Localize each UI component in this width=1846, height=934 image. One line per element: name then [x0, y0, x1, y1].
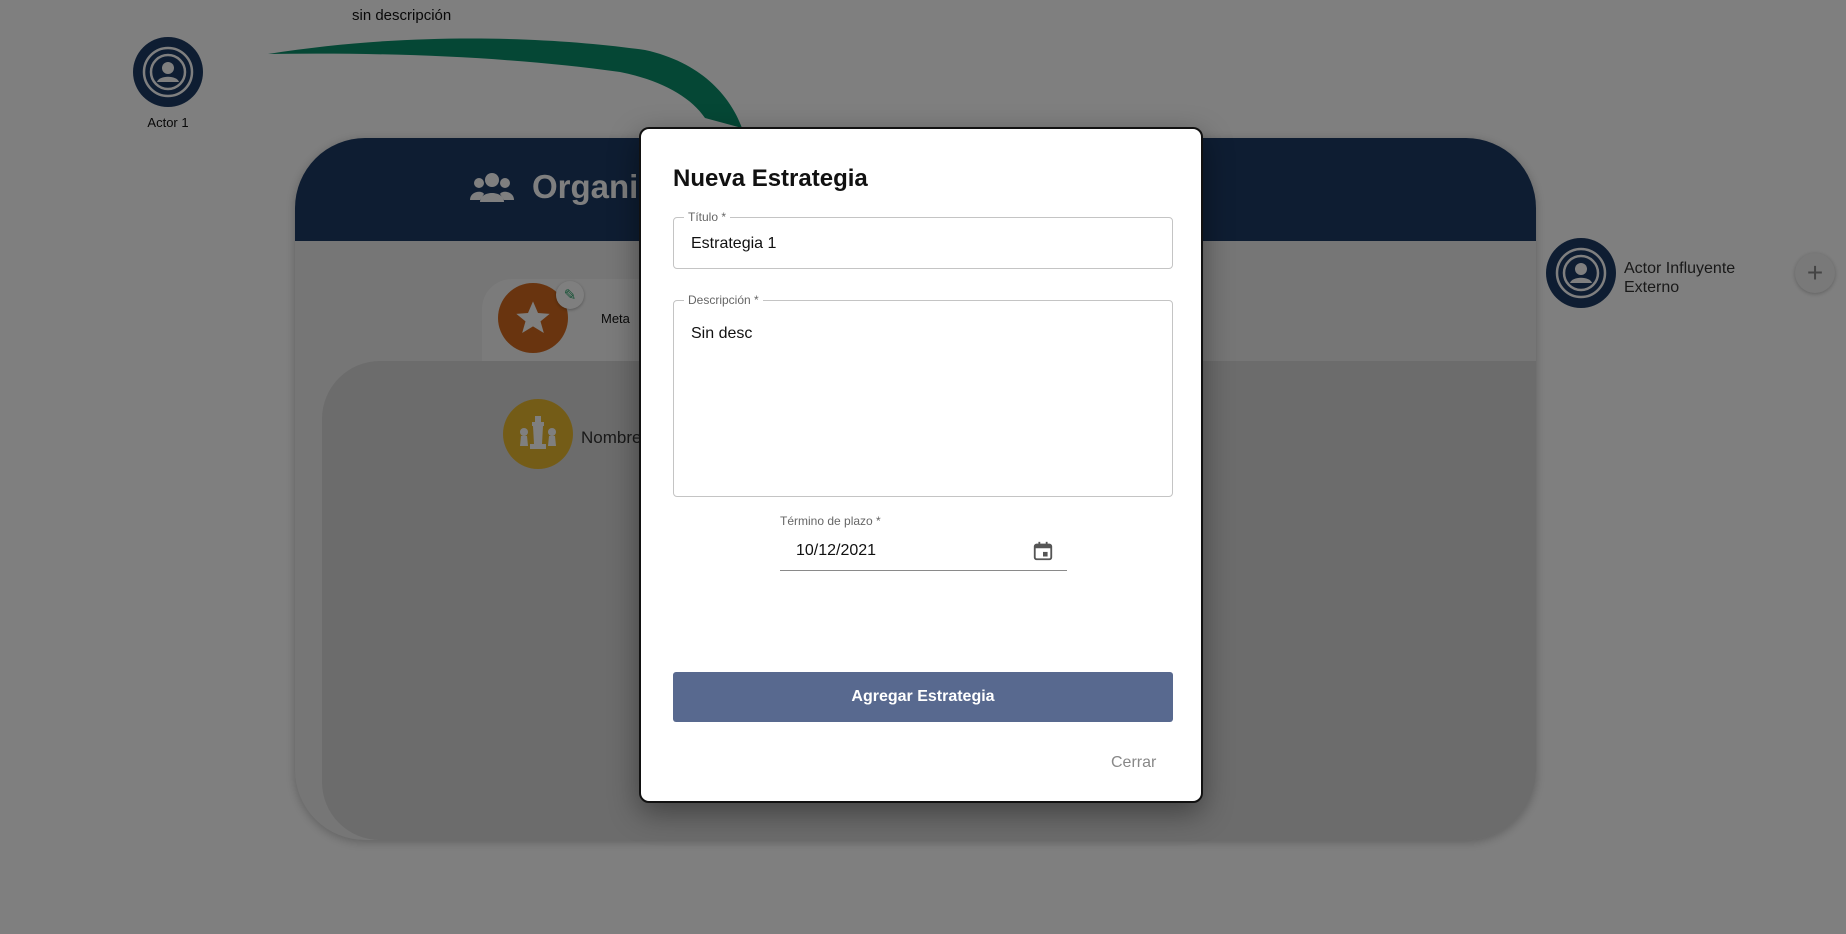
description-field[interactable]: Descripción * Sin desc: [673, 293, 1173, 497]
deadline-label: Término de plazo *: [780, 514, 881, 528]
add-strategy-button[interactable]: Agregar Estrategia: [673, 672, 1173, 722]
title-field[interactable]: Título *: [673, 210, 1173, 269]
title-field-label: Título *: [684, 210, 731, 224]
title-input[interactable]: [689, 234, 1149, 254]
dialog-title: Nueva Estrategia: [673, 165, 868, 192]
description-textarea[interactable]: Sin desc: [689, 323, 1154, 483]
calendar-icon[interactable]: [1032, 540, 1054, 562]
description-field-label: Descripción *: [684, 293, 763, 307]
deadline-date-field[interactable]: 10/12/2021: [780, 534, 1067, 571]
close-button[interactable]: Cerrar: [1111, 754, 1156, 772]
new-strategy-dialog: Nueva Estrategia Título * Descripción * …: [639, 127, 1203, 803]
deadline-value: 10/12/2021: [796, 542, 877, 559]
